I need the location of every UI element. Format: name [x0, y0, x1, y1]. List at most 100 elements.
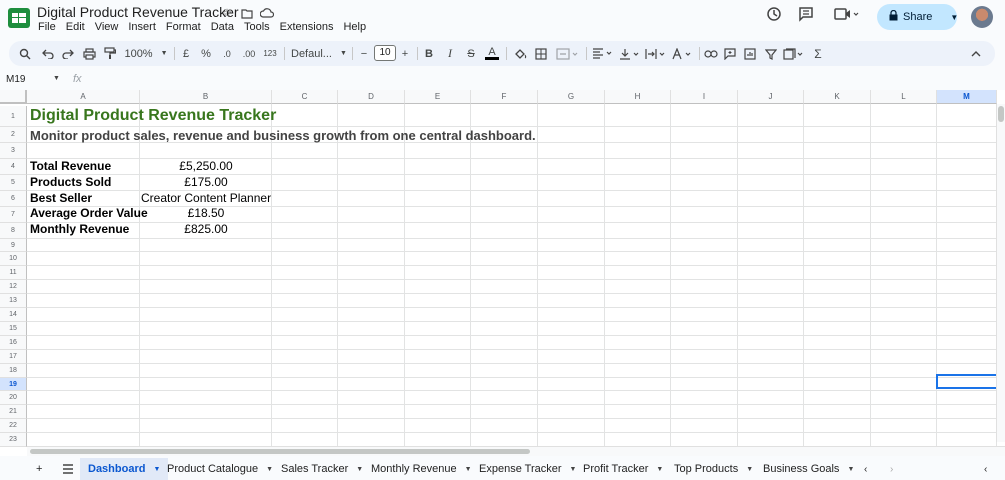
user-avatar[interactable]	[971, 6, 993, 28]
metric-label-best-seller[interactable]: Best Seller	[30, 191, 92, 205]
scroll-tabs-left-icon[interactable]: ‹	[856, 458, 875, 480]
column-header-k[interactable]: K	[804, 90, 871, 104]
row-header-7[interactable]: 7	[0, 207, 27, 223]
menu-view[interactable]: View	[90, 20, 124, 34]
filter-icon[interactable]	[763, 45, 779, 62]
insert-chart-icon[interactable]	[742, 45, 758, 62]
number-format-button[interactable]: 123	[262, 45, 278, 62]
explore-collapse-icon[interactable]: ‹	[976, 458, 995, 480]
row-header-21[interactable]: 21	[0, 405, 27, 419]
column-header-a[interactable]: A	[27, 90, 140, 104]
row-header-1[interactable]: 1	[0, 106, 27, 127]
column-header-f[interactable]: F	[471, 90, 538, 104]
column-header-i[interactable]: I	[671, 90, 738, 104]
menu-extensions[interactable]: Extensions	[275, 20, 339, 34]
horizontal-scroll-thumb[interactable]	[30, 449, 530, 454]
comments-icon[interactable]	[798, 6, 814, 27]
move-folder-icon[interactable]	[239, 5, 255, 21]
row-header-4[interactable]: 4	[0, 159, 27, 175]
tab-product-catalogue[interactable]: Product Catalogue ▼	[159, 458, 281, 480]
row-header-2[interactable]: 2	[0, 127, 27, 143]
tab-business-goals[interactable]: Business Goals ▼	[755, 458, 862, 480]
percent-format-button[interactable]: %	[200, 45, 212, 62]
all-sheets-icon[interactable]	[54, 458, 82, 480]
scroll-tabs-right-icon[interactable]: ›	[882, 458, 901, 480]
insert-link-icon[interactable]	[703, 45, 719, 62]
metric-label-average-order-value[interactable]: Average Order Value	[30, 206, 148, 220]
print-icon[interactable]	[81, 45, 97, 62]
column-header-j[interactable]: J	[738, 90, 804, 104]
column-header-b[interactable]: B	[140, 90, 272, 104]
tab-monthly-revenue[interactable]: Monthly Revenue ▼	[363, 458, 480, 480]
metric-value-total-revenue[interactable]: £5,250.00	[141, 159, 271, 173]
cloud-status-icon[interactable]	[259, 5, 275, 21]
redo-icon[interactable]	[60, 45, 76, 62]
row-header-17[interactable]: 17	[0, 350, 27, 364]
column-header-e[interactable]: E	[405, 90, 471, 104]
tab-sales-tracker[interactable]: Sales Tracker ▼	[273, 458, 371, 480]
text-wrapping-icon[interactable]	[644, 45, 668, 62]
column-header-g[interactable]: G	[538, 90, 605, 104]
horizontal-scrollbar[interactable]	[27, 446, 1005, 456]
bold-button[interactable]: B	[423, 45, 435, 62]
functions-button[interactable]: Σ	[811, 45, 825, 62]
share-button[interactable]: Share ▼	[877, 4, 958, 30]
currency-format-button[interactable]: £	[180, 45, 192, 62]
decrease-font-size-icon[interactable]: −	[358, 45, 370, 62]
add-sheet-icon[interactable]: +	[28, 458, 50, 480]
metric-value-products-sold[interactable]: £175.00	[141, 175, 271, 189]
column-header-c[interactable]: C	[272, 90, 338, 104]
text-color-button[interactable]: A	[484, 45, 500, 62]
vertical-scrollbar[interactable]	[996, 104, 1005, 442]
strikethrough-button[interactable]: S	[465, 45, 477, 62]
row-header-5[interactable]: 5	[0, 175, 27, 191]
row-header-12[interactable]: 12	[0, 280, 27, 294]
metric-label-monthly-revenue[interactable]: Monthly Revenue	[30, 222, 129, 236]
menu-help[interactable]: Help	[338, 20, 371, 34]
metric-label-total-revenue[interactable]: Total Revenue	[30, 159, 111, 173]
column-header-l[interactable]: L	[871, 90, 937, 104]
increase-decimal-button[interactable]: .00	[240, 45, 258, 62]
italic-button[interactable]: I	[444, 45, 456, 62]
row-header-16[interactable]: 16	[0, 336, 27, 350]
insert-comment-icon[interactable]	[722, 45, 738, 62]
star-icon[interactable]: ☆	[219, 5, 235, 21]
row-header-9[interactable]: 9	[0, 239, 27, 252]
row-header-6[interactable]: 6	[0, 191, 27, 207]
metric-value-average-order-value[interactable]: £18.50	[141, 206, 271, 220]
row-header-13[interactable]: 13	[0, 294, 27, 308]
row-header-20[interactable]: 20	[0, 391, 27, 405]
sheets-logo-icon[interactable]	[8, 8, 30, 28]
text-rotation-icon[interactable]	[670, 45, 694, 62]
tab-profit-tracker[interactable]: Profit Tracker ▼	[575, 458, 671, 480]
row-header-3[interactable]: 3	[0, 143, 27, 159]
column-header-h[interactable]: H	[605, 90, 671, 104]
row-header-23[interactable]: 23	[0, 433, 27, 447]
name-box[interactable]: M19	[6, 74, 25, 85]
row-header-18[interactable]: 18	[0, 364, 27, 378]
font-size-input[interactable]: 10	[374, 45, 396, 61]
share-dropdown-icon[interactable]: ▼	[950, 13, 958, 22]
metric-value-monthly-revenue[interactable]: £825.00	[141, 222, 271, 236]
row-header-15[interactable]: 15	[0, 322, 27, 336]
version-history-icon[interactable]	[766, 6, 782, 27]
metric-value-best-seller[interactable]: Creator Content Planner	[141, 191, 271, 205]
metric-label-products-sold[interactable]: Products Sold	[30, 175, 111, 189]
sheet-grid[interactable]: ABCDEFGHIJKLM 1 2 3 4 5 6 7 8 9 10 11 12 13 14 15 16 17 1…	[0, 90, 1005, 456]
menu-tools[interactable]: Tools	[239, 20, 275, 34]
sheet-subtitle-cell[interactable]: Monitor product sales, revenue and busin…	[30, 128, 536, 143]
row-header-22[interactable]: 22	[0, 419, 27, 433]
decrease-decimal-button[interactable]: .0	[219, 45, 235, 62]
zoom-select[interactable]: 100% ▼	[124, 45, 168, 62]
row-header-11[interactable]: 11	[0, 266, 27, 280]
select-all-corner[interactable]	[0, 90, 27, 104]
menu-file[interactable]: File	[33, 20, 61, 34]
column-header-m[interactable]: M	[937, 90, 997, 104]
tab-dashboard[interactable]: Dashboard ▼	[80, 458, 169, 480]
tab-top-products[interactable]: Top Products ▼	[666, 458, 761, 480]
fill-color-icon[interactable]	[512, 45, 528, 62]
sheet-title-cell[interactable]: Digital Product Revenue Tracker	[30, 107, 276, 125]
vertical-align-icon[interactable]	[618, 45, 642, 62]
tab-expense-tracker[interactable]: Expense Tracker ▼	[471, 458, 584, 480]
row-header-14[interactable]: 14	[0, 308, 27, 322]
